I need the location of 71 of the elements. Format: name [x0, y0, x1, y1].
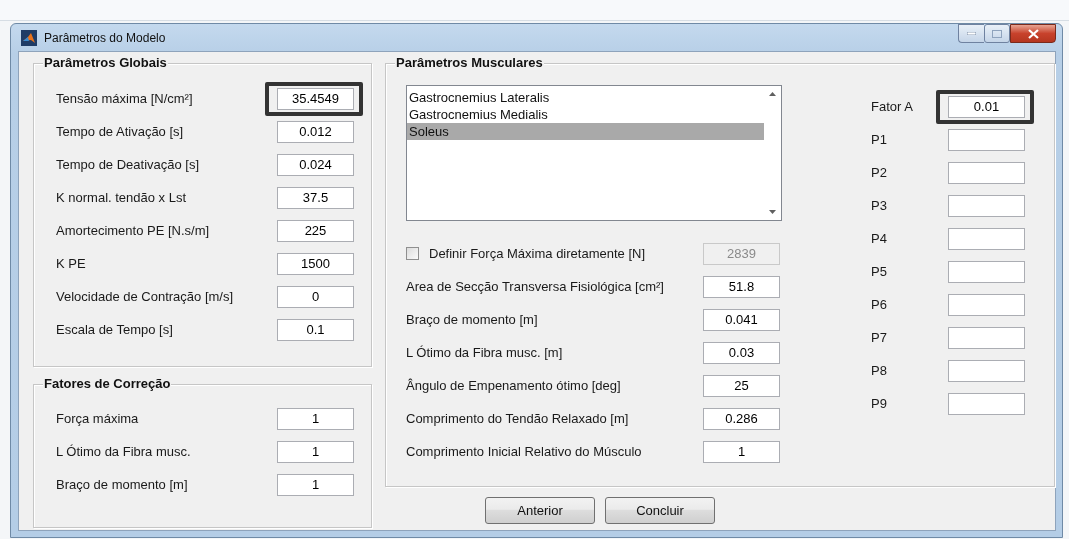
input-field[interactable]: 25 [703, 374, 780, 397]
minimize-icon [967, 32, 976, 35]
input-field[interactable] [948, 260, 1025, 283]
field-label: L Ótimo da Fibra musc. [56, 444, 192, 459]
app-icon [21, 29, 37, 46]
field-label: Amortecimento PE [N.s/m] [56, 223, 211, 238]
input-field[interactable]: 0.012 [277, 120, 354, 143]
field-label: Velocidade de Contração [m/s] [56, 289, 235, 304]
checkbox-label: Definir Força Máxima diretamente [N] [429, 246, 646, 261]
field-label: Tempo de Deativação [s] [56, 157, 201, 172]
input-field[interactable]: 0 [277, 285, 354, 308]
list-item[interactable]: Gastrocnemius Medialis [407, 106, 764, 123]
input-field[interactable] [948, 161, 1025, 184]
field-label: P8 [871, 363, 888, 378]
input-field[interactable]: 51.8 [703, 275, 780, 298]
field-label: P4 [871, 231, 888, 246]
field-label: Tensão máxima [N/cm²] [56, 91, 194, 106]
input-field[interactable]: 1 [277, 473, 354, 496]
field-label: Escala de Tempo [s] [56, 322, 174, 337]
input-field[interactable]: 0.024 [277, 153, 354, 176]
field-label: Braço de momento [m] [406, 312, 539, 327]
dialog-button[interactable]: Anterior [485, 497, 595, 524]
maximize-button[interactable] [984, 24, 1010, 43]
list-item[interactable]: Gastrocnemius Lateralis [407, 89, 764, 106]
maximize-icon [992, 29, 1002, 38]
field-label: P6 [871, 297, 888, 312]
input-field[interactable]: 1 [277, 407, 354, 430]
input-field[interactable]: 35.4549 [277, 87, 354, 110]
close-button[interactable] [1010, 24, 1056, 43]
field-label: L Ótimo da Fibra musc. [m] [406, 345, 564, 360]
field-label: Braço de momento [m] [56, 477, 189, 492]
field-label: P1 [871, 132, 888, 147]
minimize-button[interactable] [958, 24, 984, 43]
field-label: P2 [871, 165, 888, 180]
input-field[interactable]: 37.5 [277, 186, 354, 209]
input-field[interactable] [948, 128, 1025, 151]
field-label: Area de Secção Transversa Fisiológica [cm²] [406, 279, 665, 294]
close-icon [1027, 28, 1039, 39]
field-label: P3 [871, 198, 888, 213]
input-field[interactable]: 0.1 [277, 318, 354, 341]
input-field[interactable] [948, 293, 1025, 316]
field-label: Força máxima [56, 411, 140, 426]
input-field[interactable]: 0.041 [703, 308, 780, 331]
scroll-down-icon[interactable] [769, 210, 776, 214]
input-field[interactable]: 1500 [277, 252, 354, 275]
field-label: Comprimento do Tendão Relaxado [m] [406, 411, 630, 426]
field-label: P5 [871, 264, 888, 279]
field-label: Tempo de Ativação [s] [56, 124, 185, 139]
input-field[interactable] [948, 326, 1025, 349]
window-title: Parâmetros do Modelo [44, 30, 166, 45]
field-label: K normal. tendão x Lst [56, 190, 188, 205]
input-field[interactable] [948, 392, 1025, 415]
group-title: Fatores de Correção [43, 376, 172, 392]
dialog-button[interactable]: Concluir [605, 497, 715, 524]
input-field[interactable] [948, 359, 1025, 382]
input-field[interactable] [948, 227, 1025, 250]
input-field[interactable]: 0.286 [703, 407, 780, 430]
field-label: P9 [871, 396, 888, 411]
field-label: Ângulo de Empenamento ótimo [deg] [406, 378, 622, 393]
field-label: K PE [56, 256, 87, 271]
field-label: Comprimento Inicial Relativo do Músculo [406, 444, 643, 459]
field-label: Fator A [871, 99, 914, 114]
scroll-up-icon[interactable] [769, 92, 776, 96]
input-field[interactable] [948, 194, 1025, 217]
input-field[interactable]: 225 [277, 219, 354, 242]
input-field[interactable]: 0.03 [703, 341, 780, 364]
list-item[interactable]: Soleus [407, 123, 764, 140]
input-field[interactable]: 1 [277, 440, 354, 463]
input-field[interactable]: 0.01 [948, 95, 1025, 118]
field-label: P7 [871, 330, 888, 345]
input-field[interactable]: 1 [703, 440, 780, 463]
